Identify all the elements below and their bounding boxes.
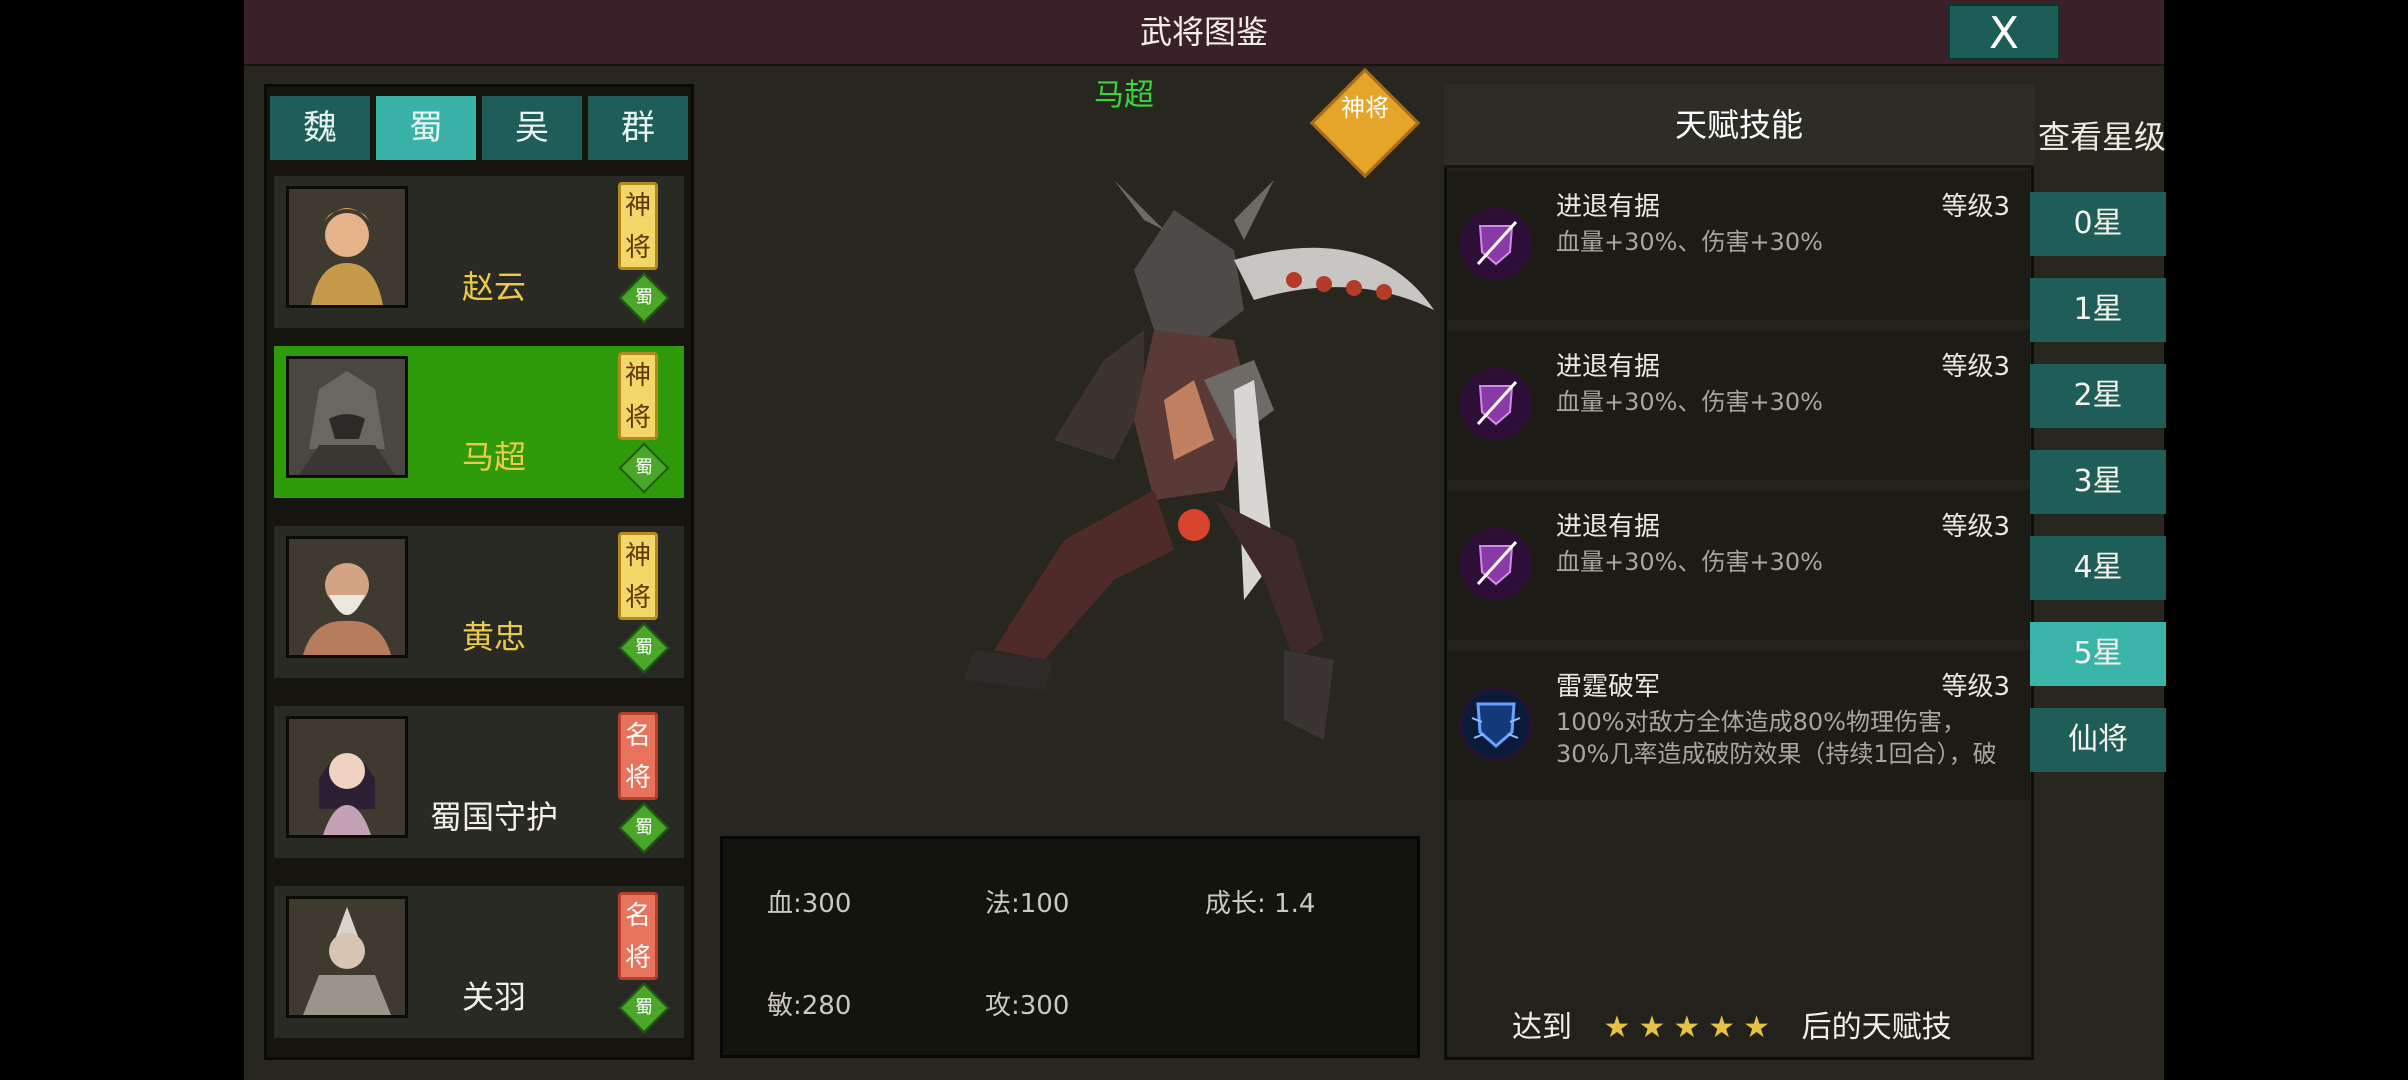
rank-badge: 神将: [618, 352, 658, 440]
star-5-button[interactable]: 5星: [2030, 622, 2166, 686]
star-icon: ★: [1743, 1010, 1771, 1045]
star-0-button[interactable]: 0星: [2030, 192, 2166, 256]
skill-name: 进退有据: [1556, 192, 1661, 222]
star-icon: ★: [1603, 1010, 1631, 1045]
star-icon: ★: [1673, 1010, 1701, 1045]
title-bar: 武将图鉴 X: [244, 0, 2164, 66]
skill-name: 进退有据: [1556, 352, 1661, 382]
skill-name: 雷霆破军: [1556, 672, 1661, 702]
tab-wei[interactable]: 魏: [270, 96, 370, 160]
immortal-general-button[interactable]: 仙将: [2030, 708, 2166, 772]
faction-shu-icon: 蜀: [618, 442, 670, 494]
star-4-button[interactable]: 4星: [2030, 536, 2166, 600]
blue-lightning-shield-icon: [1460, 688, 1532, 760]
hero-portrait-zhaoyun: [286, 186, 408, 308]
hero-row-machao[interactable]: 马超 神将 蜀: [274, 346, 684, 506]
stat-agility: 敏:280: [767, 991, 852, 1021]
faction-shu-icon: 蜀: [618, 622, 670, 674]
skill-level: 等级3: [1941, 672, 2010, 702]
star-selector-title: 查看星级: [2037, 118, 2166, 156]
skill-description: 血量+30%、伤害+30%: [1556, 388, 1823, 416]
hero-name: 黄忠: [461, 618, 526, 656]
faction-tabs: 魏 蜀 吴 群: [270, 96, 690, 160]
skill-row[interactable]: 雷霆破军 等级3 100%对敌方全体造成80%物理伤害，30%几率造成破防效果（…: [1448, 650, 2030, 800]
skill-row[interactable]: 进退有据 等级3 血量+30%、伤害+30%: [1448, 330, 2030, 480]
skill-description: 血量+30%、伤害+30%: [1556, 548, 1823, 576]
hero-row-huangzhong[interactable]: 黄忠 神将 蜀: [274, 526, 684, 686]
tab-qun[interactable]: 群: [588, 96, 688, 160]
skill-level: 等级3: [1941, 512, 2010, 542]
purple-shield-sword-icon: [1460, 208, 1532, 280]
purple-shield-sword-icon: [1460, 528, 1532, 600]
skill-description: 100%对敌方全体造成80%物理伤害，30%几率造成破防效果（持续1回合），破: [1556, 708, 1997, 768]
rank-badge: 名将: [618, 712, 658, 800]
codex-window: 武将图鉴 X 魏 蜀 吴 群 赵云 神将 蜀 马超 神将 蜀 黄忠 神将 蜀 蜀…: [244, 0, 2166, 1080]
hero-portrait-guanyu: [286, 896, 408, 1018]
stat-hp: 血:300: [767, 889, 852, 919]
footer-suffix: 后的天赋技: [1801, 1010, 1952, 1045]
tab-shu[interactable]: 蜀: [376, 96, 476, 160]
talent-panel-title: 天赋技能: [1444, 84, 2034, 168]
star-2-button[interactable]: 2星: [2030, 364, 2166, 428]
skill-row[interactable]: 进退有据 等级3 血量+30%、伤害+30%: [1448, 490, 2030, 640]
hero-row-shuguoshouhu[interactable]: 蜀国守护 名将 蜀: [274, 706, 684, 866]
hero-name: 赵云: [461, 268, 526, 306]
star-1-button[interactable]: 1星: [2030, 278, 2166, 342]
hero-name: 关羽: [461, 978, 526, 1016]
faction-shu-icon: 蜀: [618, 982, 670, 1034]
skill-name: 进退有据: [1556, 512, 1661, 542]
skill-row[interactable]: 进退有据 等级3 血量+30%、伤害+30%: [1448, 170, 2030, 320]
stat-mp: 法:100: [985, 889, 1070, 919]
window-title: 武将图鉴: [1139, 13, 1268, 51]
skill-level: 等级3: [1941, 192, 2010, 222]
rank-badge: 名将: [618, 892, 658, 980]
hero-name: 蜀国守护: [429, 798, 558, 836]
selected-hero-name: 马超: [1094, 78, 1154, 113]
rank-badge: 神将: [618, 532, 658, 620]
hero-portrait-shuguoshouhu: [286, 716, 408, 838]
tab-wu[interactable]: 吴: [482, 96, 582, 160]
star-3-button[interactable]: 3星: [2030, 450, 2166, 514]
star-icon: ★: [1708, 1010, 1736, 1045]
faction-shu-icon: 蜀: [618, 272, 670, 324]
hero-row-zhaoyun[interactable]: 赵云 神将 蜀: [274, 176, 684, 336]
hero-portrait-huangzhong: [286, 536, 408, 658]
purple-shield-sword-icon: [1460, 368, 1532, 440]
skill-level: 等级3: [1941, 352, 2010, 382]
rank-badge: 神将: [618, 182, 658, 270]
star-icon: ★: [1638, 1010, 1666, 1045]
stats-panel: 血:300 法:100 成长: 1.4 敏:280 攻:300: [720, 836, 1420, 1058]
stat-growth: 成长: 1.4: [1205, 889, 1316, 919]
footer-prefix: 达到: [1512, 1010, 1572, 1045]
hero-portrait-machao: [286, 356, 408, 478]
hero-name: 马超: [461, 438, 526, 476]
hero-row-guanyu[interactable]: 关羽 名将 蜀: [274, 886, 684, 1046]
faction-shu-icon: 蜀: [618, 802, 670, 854]
rank-diamond-badge: 神将: [1309, 67, 1421, 179]
close-button[interactable]: X: [1948, 4, 2060, 60]
stat-attack: 攻:300: [985, 991, 1070, 1021]
talent-footer: 达到 ★ ★ ★ ★ ★ 后的天赋技: [1512, 1002, 2032, 1050]
star-rating: ★ ★ ★ ★ ★: [1600, 1010, 1775, 1045]
skill-description: 血量+30%、伤害+30%: [1556, 228, 1823, 256]
